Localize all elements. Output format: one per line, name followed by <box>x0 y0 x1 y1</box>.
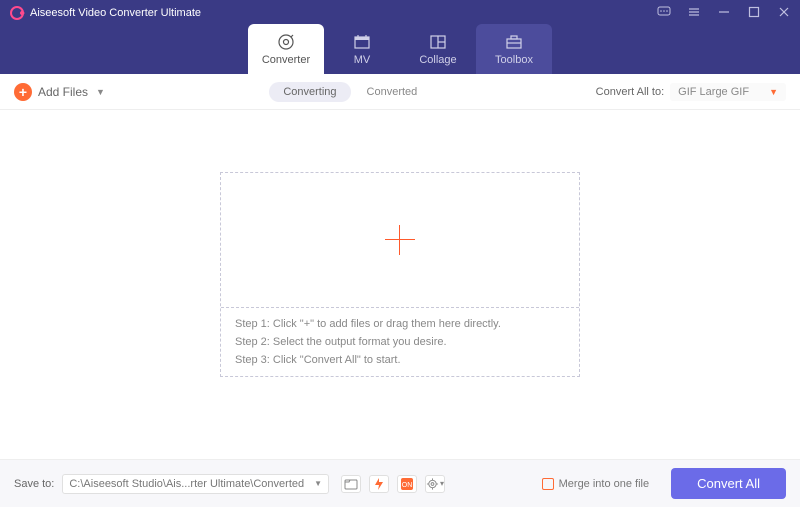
add-files-label: Add Files <box>38 85 88 99</box>
plus-circle-icon: + <box>14 83 32 101</box>
settings-button[interactable]: ▾ <box>425 475 445 493</box>
main-area: Step 1: Click "+" to add files or drag t… <box>0 110 800 459</box>
app-title: Aiseesoft Video Converter Ultimate <box>30 7 201 19</box>
converter-icon <box>277 33 295 51</box>
checkbox-icon <box>542 478 554 490</box>
status-tabs: Converting Converted <box>269 82 431 102</box>
convert-all-to-label: Convert All to: <box>596 86 664 98</box>
maximize-icon[interactable] <box>746 4 762 20</box>
footer-tools: ON ▾ <box>341 475 445 493</box>
tab-collage[interactable]: Collage <box>400 24 476 74</box>
tab-label: Toolbox <box>495 54 533 66</box>
high-speed-button[interactable]: ON <box>397 475 417 493</box>
caret-down-icon: ▼ <box>314 479 322 488</box>
status-tab-converting[interactable]: Converting <box>269 82 350 102</box>
gpu-accel-button[interactable] <box>369 475 389 493</box>
tab-converter[interactable]: Converter <box>248 24 324 74</box>
convert-all-to: Convert All to: GIF Large GIF ▼ <box>596 83 786 101</box>
toolbar: + Add Files ▼ Converting Converted Conve… <box>0 74 800 110</box>
caret-down-icon: ▼ <box>769 87 778 97</box>
save-path-value: C:\Aiseesoft Studio\Ais...rter Ultimate\… <box>69 478 304 490</box>
merge-checkbox[interactable]: Merge into one file <box>542 478 650 490</box>
close-icon[interactable] <box>776 4 792 20</box>
tab-label: MV <box>354 54 371 66</box>
tab-mv[interactable]: MV <box>324 24 400 74</box>
footer: Save to: C:\Aiseesoft Studio\Ais...rter … <box>0 459 800 507</box>
drop-zone[interactable]: Step 1: Click "+" to add files or drag t… <box>220 172 580 377</box>
chevron-down-icon: ▼ <box>96 87 105 97</box>
save-to-label: Save to: <box>14 478 54 490</box>
format-value: GIF Large GIF <box>678 86 749 98</box>
toolbox-icon <box>505 33 523 51</box>
titlebar-top: Aiseesoft Video Converter Ultimate <box>0 0 800 22</box>
add-plus-icon <box>385 225 415 255</box>
instructions: Step 1: Click "+" to add files or drag t… <box>221 307 579 376</box>
main-tabs: Converter MV Collage Toolbox <box>0 22 800 74</box>
format-select[interactable]: GIF Large GIF ▼ <box>670 83 786 101</box>
titlebar: Aiseesoft Video Converter Ultimate Conve… <box>0 0 800 74</box>
tab-toolbox[interactable]: Toolbox <box>476 24 552 74</box>
add-files-button[interactable]: + Add Files ▼ <box>14 83 105 101</box>
tab-label: Collage <box>419 54 456 66</box>
feedback-icon[interactable] <box>656 4 672 20</box>
open-folder-button[interactable] <box>341 475 361 493</box>
merge-label: Merge into one file <box>559 478 650 490</box>
collage-icon <box>429 33 447 51</box>
step-2: Step 2: Select the output format you des… <box>235 336 565 348</box>
mv-icon <box>353 33 371 51</box>
drop-area[interactable] <box>221 173 579 307</box>
app-window: Aiseesoft Video Converter Ultimate Conve… <box>0 0 800 507</box>
step-1: Step 1: Click "+" to add files or drag t… <box>235 318 565 330</box>
tab-label: Converter <box>262 54 310 66</box>
window-controls <box>656 4 792 20</box>
minimize-icon[interactable] <box>716 4 732 20</box>
save-path-select[interactable]: C:\Aiseesoft Studio\Ais...rter Ultimate\… <box>62 474 329 494</box>
app-logo-icon <box>10 6 24 20</box>
menu-icon[interactable] <box>686 4 702 20</box>
svg-text:ON: ON <box>402 482 413 489</box>
status-tab-converted[interactable]: Converted <box>353 82 432 102</box>
step-3: Step 3: Click "Convert All" to start. <box>235 354 565 366</box>
convert-all-button[interactable]: Convert All <box>671 468 786 499</box>
